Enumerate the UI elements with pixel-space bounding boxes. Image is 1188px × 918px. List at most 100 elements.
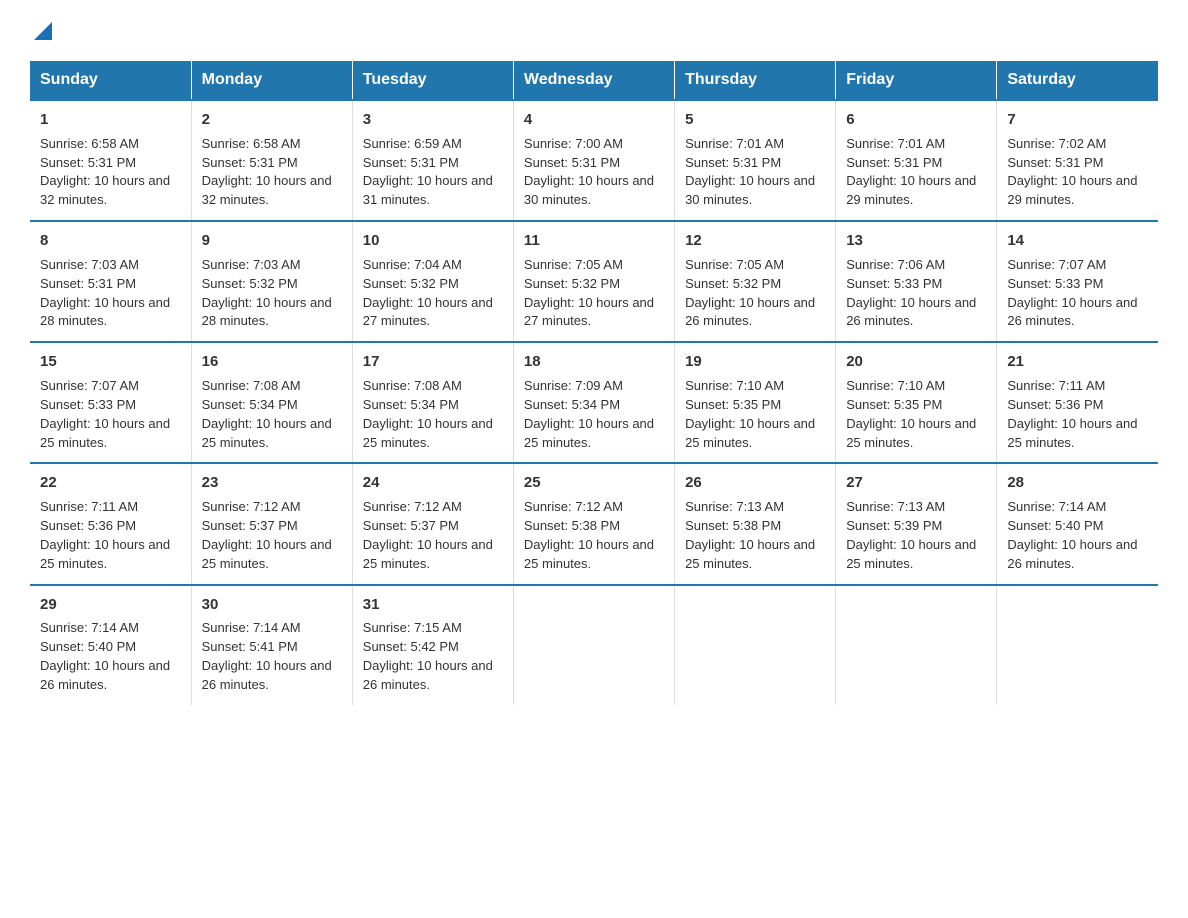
- day-info: Sunrise: 7:12 AMSunset: 5:38 PMDaylight:…: [524, 499, 654, 571]
- calendar-cell: 17 Sunrise: 7:08 AMSunset: 5:34 PMDayligh…: [352, 342, 513, 463]
- day-number: 1: [40, 109, 181, 131]
- calendar-cell: 31Sunrise: 7:15 AMSunset: 5:42 PMDayligh…: [352, 585, 513, 705]
- day-number: 21: [1007, 351, 1148, 373]
- calendar-cell: 26Sunrise: 7:13 AMSunset: 5:38 PMDayligh…: [675, 463, 836, 584]
- day-info: Sunrise: 7:12 AMSunset: 5:37 PMDaylight:…: [202, 499, 332, 571]
- day-info: Sunrise: 7:07 AMSunset: 5:33 PMDaylight:…: [1007, 257, 1137, 329]
- day-info: Sunrise: 7:01 AMSunset: 5:31 PMDaylight:…: [685, 136, 815, 208]
- calendar-week-row: 8 Sunrise: 7:03 AMSunset: 5:31 PMDaylight…: [30, 221, 1158, 342]
- day-info: Sunrise: 7:05 AMSunset: 5:32 PMDaylight:…: [685, 257, 815, 329]
- calendar-cell: 29 Sunrise: 7:14 AMSunset: 5:40 PMDayligh…: [30, 585, 191, 705]
- calendar-cell: 10 Sunrise: 7:04 AMSunset: 5:32 PMDayligh…: [352, 221, 513, 342]
- calendar-cell: [513, 585, 674, 705]
- calendar-cell: 24Sunrise: 7:12 AMSunset: 5:37 PMDayligh…: [352, 463, 513, 584]
- calendar-cell: 15 Sunrise: 7:07 AMSunset: 5:33 PMDayligh…: [30, 342, 191, 463]
- day-info: Sunrise: 7:08 AMSunset: 5:34 PMDaylight:…: [202, 378, 332, 450]
- calendar-cell: 9 Sunrise: 7:03 AMSunset: 5:32 PMDaylight…: [191, 221, 352, 342]
- page-header: [30, 20, 1158, 43]
- day-number: 5: [685, 109, 825, 131]
- column-header-monday: Monday: [191, 61, 352, 100]
- day-info: Sunrise: 7:12 AMSunset: 5:37 PMDaylight:…: [363, 499, 493, 571]
- day-number: 26: [685, 472, 825, 494]
- day-number: 10: [363, 230, 503, 252]
- day-info: Sunrise: 7:07 AMSunset: 5:33 PMDaylight:…: [40, 378, 170, 450]
- calendar-cell: 12 Sunrise: 7:05 AMSunset: 5:32 PMDayligh…: [675, 221, 836, 342]
- day-info: Sunrise: 6:58 AMSunset: 5:31 PMDaylight:…: [40, 136, 170, 208]
- day-number: 2: [202, 109, 342, 131]
- day-info: Sunrise: 7:13 AMSunset: 5:39 PMDaylight:…: [846, 499, 976, 571]
- calendar-cell: 8 Sunrise: 7:03 AMSunset: 5:31 PMDaylight…: [30, 221, 191, 342]
- day-number: 12: [685, 230, 825, 252]
- day-number: 14: [1007, 230, 1148, 252]
- calendar-cell: 28 Sunrise: 7:14 AMSunset: 5:40 PMDayligh…: [997, 463, 1158, 584]
- column-header-thursday: Thursday: [675, 61, 836, 100]
- day-info: Sunrise: 7:01 AMSunset: 5:31 PMDaylight:…: [846, 136, 976, 208]
- column-header-tuesday: Tuesday: [352, 61, 513, 100]
- day-number: 4: [524, 109, 664, 131]
- day-number: 19: [685, 351, 825, 373]
- calendar-cell: 4 Sunrise: 7:00 AMSunset: 5:31 PMDaylight…: [513, 100, 674, 221]
- day-number: 9: [202, 230, 342, 252]
- day-info: Sunrise: 7:14 AMSunset: 5:41 PMDaylight:…: [202, 620, 332, 692]
- day-number: 22: [40, 472, 181, 494]
- calendar-cell: [997, 585, 1158, 705]
- calendar-cell: 3 Sunrise: 6:59 AMSunset: 5:31 PMDaylight…: [352, 100, 513, 221]
- logo-arrow-icon: [34, 22, 52, 45]
- calendar-cell: 25 Sunrise: 7:12 AMSunset: 5:38 PMDayligh…: [513, 463, 674, 584]
- day-info: Sunrise: 7:15 AMSunset: 5:42 PMDaylight:…: [363, 620, 493, 692]
- calendar-week-row: 22 Sunrise: 7:11 AMSunset: 5:36 PMDayligh…: [30, 463, 1158, 584]
- day-info: Sunrise: 7:14 AMSunset: 5:40 PMDaylight:…: [40, 620, 170, 692]
- day-number: 23: [202, 472, 342, 494]
- day-number: 29: [40, 594, 181, 616]
- calendar-week-row: 29 Sunrise: 7:14 AMSunset: 5:40 PMDayligh…: [30, 585, 1158, 705]
- column-header-saturday: Saturday: [997, 61, 1158, 100]
- day-info: Sunrise: 7:03 AMSunset: 5:31 PMDaylight:…: [40, 257, 170, 329]
- column-header-friday: Friday: [836, 61, 997, 100]
- day-info: Sunrise: 7:14 AMSunset: 5:40 PMDaylight:…: [1007, 499, 1137, 571]
- calendar-cell: 2 Sunrise: 6:58 AMSunset: 5:31 PMDaylight…: [191, 100, 352, 221]
- calendar-cell: 27Sunrise: 7:13 AMSunset: 5:39 PMDayligh…: [836, 463, 997, 584]
- calendar-cell: 22 Sunrise: 7:11 AMSunset: 5:36 PMDayligh…: [30, 463, 191, 584]
- day-number: 25: [524, 472, 664, 494]
- calendar-table: SundayMondayTuesdayWednesdayThursdayFrid…: [30, 61, 1158, 705]
- calendar-cell: 16 Sunrise: 7:08 AMSunset: 5:34 PMDayligh…: [191, 342, 352, 463]
- day-number: 30: [202, 594, 342, 616]
- day-info: Sunrise: 7:10 AMSunset: 5:35 PMDaylight:…: [685, 378, 815, 450]
- day-number: 7: [1007, 109, 1148, 131]
- day-number: 28: [1007, 472, 1148, 494]
- day-info: Sunrise: 7:09 AMSunset: 5:34 PMDaylight:…: [524, 378, 654, 450]
- calendar-cell: 13Sunrise: 7:06 AMSunset: 5:33 PMDayligh…: [836, 221, 997, 342]
- calendar-cell: [836, 585, 997, 705]
- calendar-cell: 7 Sunrise: 7:02 AMSunset: 5:31 PMDaylight…: [997, 100, 1158, 221]
- calendar-cell: 18 Sunrise: 7:09 AMSunset: 5:34 PMDayligh…: [513, 342, 674, 463]
- day-number: 6: [846, 109, 986, 131]
- calendar-cell: [675, 585, 836, 705]
- day-number: 8: [40, 230, 181, 252]
- day-info: Sunrise: 7:00 AMSunset: 5:31 PMDaylight:…: [524, 136, 654, 208]
- calendar-cell: 14 Sunrise: 7:07 AMSunset: 5:33 PMDayligh…: [997, 221, 1158, 342]
- calendar-header-row: SundayMondayTuesdayWednesdayThursdayFrid…: [30, 61, 1158, 100]
- calendar-cell: 5 Sunrise: 7:01 AMSunset: 5:31 PMDaylight…: [675, 100, 836, 221]
- logo-row: [30, 20, 52, 43]
- day-number: 3: [363, 109, 503, 131]
- day-info: Sunrise: 7:11 AMSunset: 5:36 PMDaylight:…: [40, 499, 170, 571]
- day-number: 17: [363, 351, 503, 373]
- calendar-cell: 11 Sunrise: 7:05 AMSunset: 5:32 PMDayligh…: [513, 221, 674, 342]
- day-number: 15: [40, 351, 181, 373]
- day-number: 11: [524, 230, 664, 252]
- day-info: Sunrise: 6:58 AMSunset: 5:31 PMDaylight:…: [202, 136, 332, 208]
- day-info: Sunrise: 7:04 AMSunset: 5:32 PMDaylight:…: [363, 257, 493, 329]
- day-info: Sunrise: 6:59 AMSunset: 5:31 PMDaylight:…: [363, 136, 493, 208]
- day-number: 16: [202, 351, 342, 373]
- day-number: 18: [524, 351, 664, 373]
- calendar-cell: 1 Sunrise: 6:58 AMSunset: 5:31 PMDaylight…: [30, 100, 191, 221]
- day-info: Sunrise: 7:11 AMSunset: 5:36 PMDaylight:…: [1007, 378, 1137, 450]
- calendar-week-row: 1 Sunrise: 6:58 AMSunset: 5:31 PMDaylight…: [30, 100, 1158, 221]
- day-info: Sunrise: 7:03 AMSunset: 5:32 PMDaylight:…: [202, 257, 332, 329]
- day-info: Sunrise: 7:06 AMSunset: 5:33 PMDaylight:…: [846, 257, 976, 329]
- day-info: Sunrise: 7:02 AMSunset: 5:31 PMDaylight:…: [1007, 136, 1137, 208]
- day-info: Sunrise: 7:08 AMSunset: 5:34 PMDaylight:…: [363, 378, 493, 450]
- calendar-cell: 21 Sunrise: 7:11 AMSunset: 5:36 PMDayligh…: [997, 342, 1158, 463]
- day-info: Sunrise: 7:05 AMSunset: 5:32 PMDaylight:…: [524, 257, 654, 329]
- column-header-sunday: Sunday: [30, 61, 191, 100]
